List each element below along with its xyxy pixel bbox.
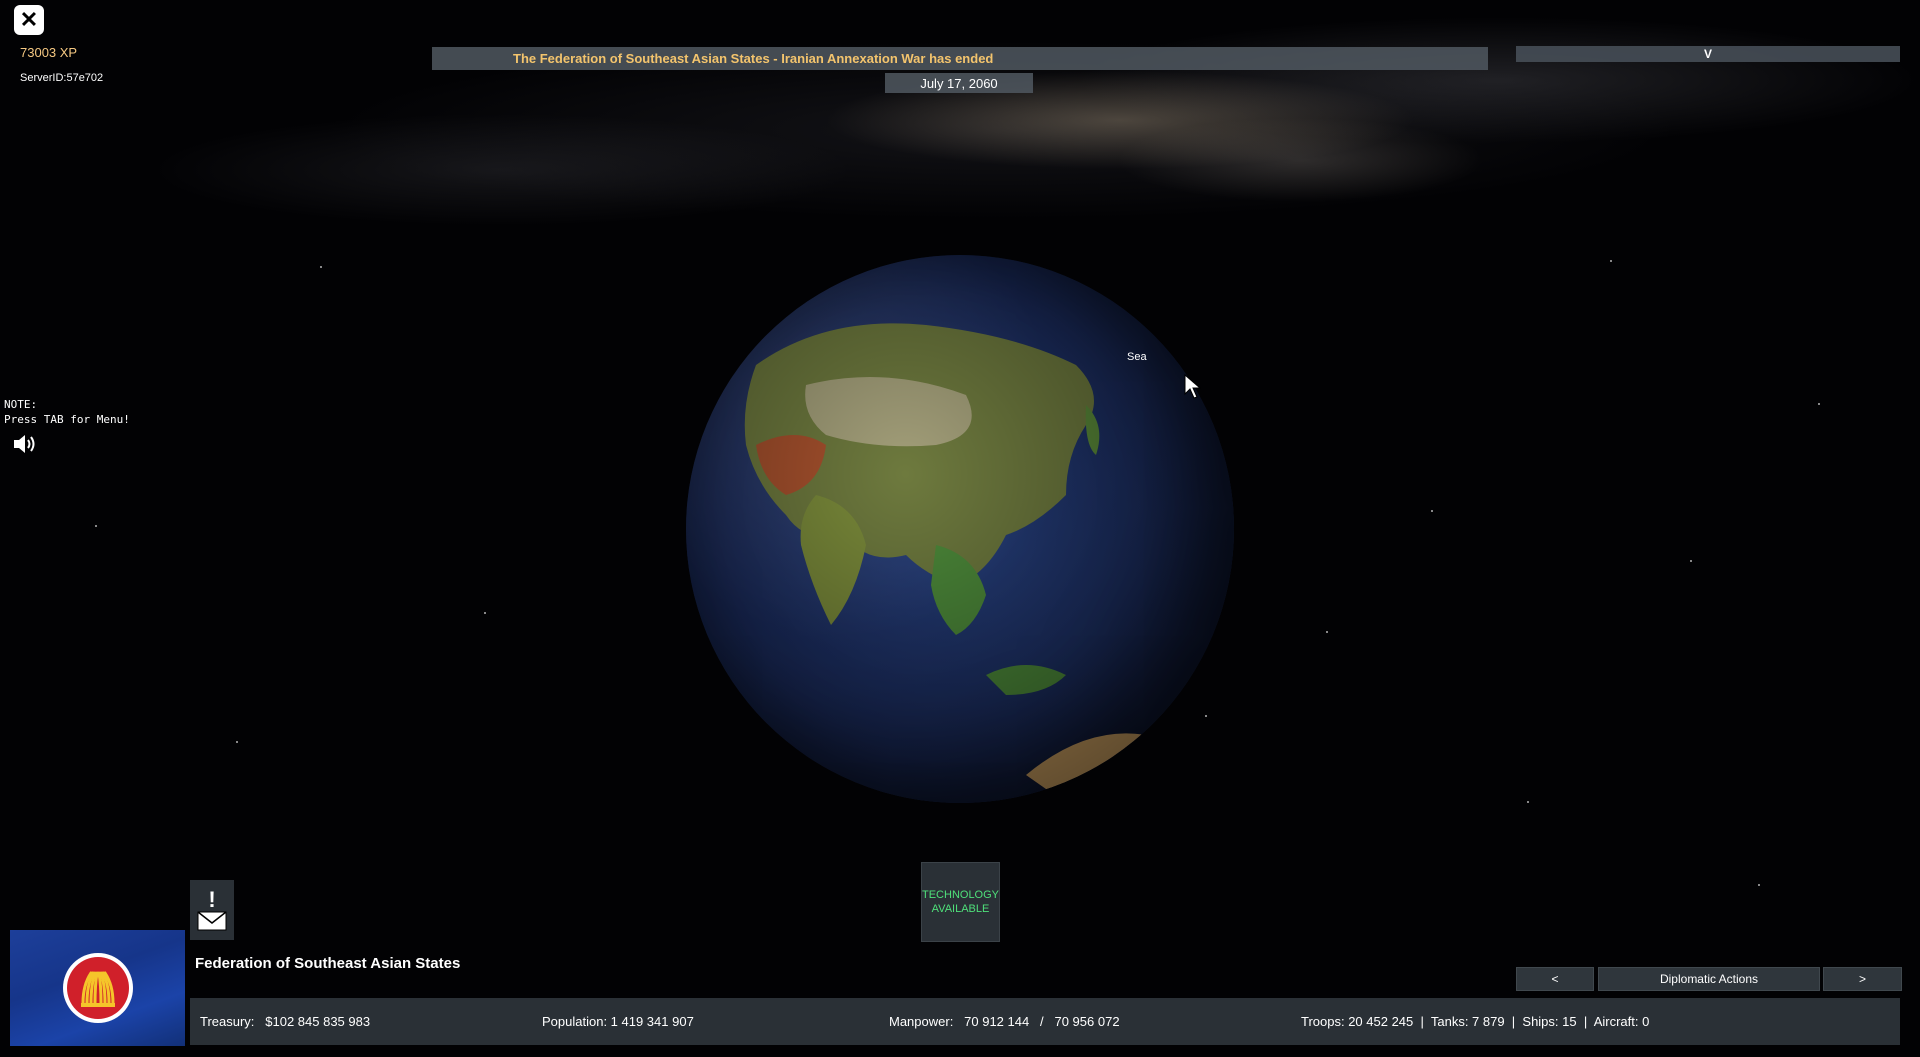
- manpower-stat: Manpower: 70 912 144 / 70 956 072: [889, 1014, 1120, 1029]
- map-hover-label: Sea: [1127, 351, 1147, 363]
- diplomatic-actions-label: Diplomatic Actions: [1659, 972, 1759, 986]
- technology-available-button[interactable]: TECHNOLOGY AVAILABLE: [921, 862, 1000, 942]
- news-toggle-label: V: [1703, 47, 1712, 61]
- next-button[interactable]: >: [1823, 967, 1902, 991]
- news-toggle-button[interactable]: V: [1516, 46, 1900, 62]
- mouse-cursor-icon: [1184, 373, 1202, 400]
- game-date: July 17, 2060: [885, 73, 1033, 93]
- close-button[interactable]: ✕: [14, 5, 44, 35]
- technology-line2: AVAILABLE: [931, 903, 990, 915]
- envelope-icon: [197, 911, 227, 931]
- population-stat: Population: 1 419 341 907: [542, 1014, 694, 1029]
- menu-hint-title: NOTE:: [4, 398, 38, 411]
- alert-icon: !: [208, 887, 216, 912]
- country-name: Federation of Southeast Asian States: [195, 955, 461, 972]
- stats-bar: Treasury: $102 845 835 983 Population: 1…: [190, 998, 1900, 1045]
- menu-hint: NOTE: Press TAB for Menu!: [4, 397, 130, 427]
- military-stat: Troops: 20 452 245 | Tanks: 7 879 | Ship…: [1301, 1014, 1650, 1029]
- xp-counter: 73003 XP: [20, 45, 78, 60]
- technology-line1: TECHNOLOGY: [922, 889, 1000, 901]
- country-flag: [10, 930, 185, 1046]
- diplomatic-actions-button[interactable]: Diplomatic Actions: [1598, 967, 1820, 991]
- next-label: >: [1858, 972, 1866, 986]
- treasury-stat: Treasury: $102 845 835 983: [200, 1014, 371, 1029]
- asean-emblem-icon: [62, 953, 133, 1023]
- speaker-icon[interactable]: [12, 432, 38, 456]
- server-id: ServerID:57e702: [20, 72, 104, 84]
- close-icon: ✕: [19, 7, 39, 32]
- messages-button[interactable]: !: [190, 880, 234, 940]
- previous-label: <: [1551, 972, 1559, 986]
- menu-hint-text: Press TAB for Menu!: [4, 413, 130, 426]
- news-banner-text: The Federation of Southeast Asian States…: [513, 51, 994, 66]
- earth-globe[interactable]: [686, 255, 1234, 803]
- previous-button[interactable]: <: [1516, 967, 1594, 991]
- news-banner: The Federation of Southeast Asian States…: [432, 47, 1488, 70]
